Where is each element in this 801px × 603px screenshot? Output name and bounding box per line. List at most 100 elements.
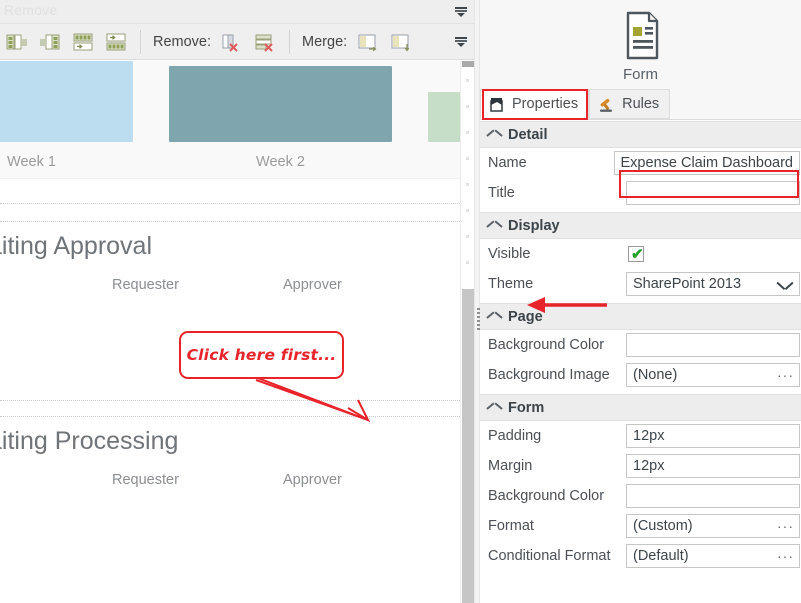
property-value-title[interactable] (626, 181, 800, 205)
property-value-page-background-color[interactable] (626, 333, 800, 357)
row-separator-2 (0, 221, 460, 222)
property-label-form-background-color: Background Color (488, 488, 605, 504)
scrollbar-tick (466, 235, 469, 238)
property-row-page-background-image: Background Image (None) ··· (480, 360, 801, 390)
chevron-down-icon[interactable] (778, 280, 792, 289)
property-row-form-background-color: Background Color (480, 481, 801, 511)
scrollbar-tick (466, 261, 469, 264)
property-value-name[interactable]: Expense Claim Dashboard (613, 151, 800, 175)
row-separator-1 (0, 203, 460, 204)
scrollbar-tick (466, 131, 469, 134)
column-header-requester-1: Requester (112, 277, 179, 293)
property-value-padding[interactable]: 12px (626, 424, 800, 448)
insert-column-right-icon (40, 34, 60, 50)
chevron-up-icon (488, 312, 501, 321)
property-label-visible: Visible (488, 246, 531, 262)
remove-row-button[interactable] (250, 27, 280, 57)
group-header-display[interactable]: Display (480, 212, 801, 239)
group-header-form-label: Form (508, 399, 545, 416)
property-value-page-background-image[interactable]: (None) ··· (626, 363, 800, 387)
merge-down-button[interactable] (386, 27, 416, 57)
property-label-page-background-image: Background Image (488, 367, 610, 383)
toolbar-overflow-icon (455, 37, 467, 47)
theme-pointer-arrow (527, 297, 607, 313)
insert-column-right-button[interactable] (35, 27, 65, 57)
properties-panel-header: Form (480, 0, 801, 90)
toolbar-overflow-button[interactable] (450, 24, 472, 60)
theme-dropdown[interactable]: SharePoint 2013 (626, 272, 800, 296)
column-header-approver-1: Approver (283, 277, 342, 293)
scrollbar-tick (466, 105, 469, 108)
insert-column-left-button[interactable] (2, 27, 32, 57)
property-value-visible[interactable]: ✔ (626, 242, 800, 266)
merge-right-button[interactable] (353, 27, 383, 57)
page-background-color-input[interactable] (626, 333, 800, 357)
toolbar-separator-1 (140, 30, 141, 54)
form-designer-canvas: Remove Remove: Merge: Week 1 Week 2 aiti… (0, 0, 476, 603)
property-value-margin[interactable]: 12px (626, 454, 800, 478)
canvas-vertical-scrollbar[interactable] (460, 61, 474, 603)
insert-column-left-icon (6, 34, 27, 50)
toolbar-ghost-label: Remove (4, 2, 58, 18)
chart-bar-week-3 (428, 92, 460, 142)
format-browse-button[interactable]: ··· (777, 519, 794, 533)
scrollbar-tick (466, 209, 469, 212)
section-title-awaiting-approval: aiting Approval (0, 232, 153, 260)
property-value-theme[interactable]: SharePoint 2013 (626, 272, 800, 296)
property-row-visible: Visible ✔ (480, 239, 801, 269)
property-label-conditional-format: Conditional Format (488, 548, 611, 564)
property-value-format[interactable]: (Custom) ··· (626, 514, 800, 538)
merge-group-label: Merge: (302, 34, 348, 50)
group-header-display-label: Display (508, 217, 560, 234)
form-background-color-input[interactable] (626, 484, 800, 508)
property-label-margin: Margin (488, 458, 533, 474)
scrollbar-tick (466, 157, 469, 160)
property-value-conditional-format[interactable]: (Default) ··· (626, 544, 800, 568)
dashboard-bar-chart: Week 1 Week 2 (0, 61, 460, 178)
property-value-form-background-color[interactable] (626, 484, 800, 508)
section-title-awaiting-processing: aiting Processing (0, 427, 179, 455)
property-grid: Detail Name Expense Claim Dashboard Titl… (480, 121, 801, 603)
form-icon (626, 11, 658, 60)
page-background-image-browse-button[interactable]: ··· (777, 368, 794, 382)
chart-xtick-week-2: Week 2 (256, 154, 305, 170)
insert-row-below-button[interactable] (101, 27, 131, 57)
margin-input[interactable]: 12px (626, 454, 800, 478)
title-input[interactable] (626, 181, 800, 205)
property-row-page-background-color: Background Color (480, 330, 801, 360)
toolbar-overflow-upper-button[interactable] (450, 0, 472, 24)
annotation-callout: Click here first... (179, 331, 344, 379)
insert-row-above-button[interactable] (68, 27, 98, 57)
scrollbar-tick (466, 79, 469, 82)
name-input[interactable]: Expense Claim Dashboard (613, 151, 800, 175)
conditional-format-browse-button[interactable]: ··· (777, 549, 794, 563)
visible-checkbox[interactable]: ✔ (628, 246, 644, 263)
group-header-detail[interactable]: Detail (480, 121, 801, 148)
property-row-margin: Margin 12px (480, 451, 801, 481)
chevron-up-icon (488, 221, 501, 230)
property-row-title: Title (480, 178, 801, 208)
table-tools-toolbar: Remove: Merge: (0, 24, 476, 60)
gavel-icon (600, 98, 613, 112)
property-label-format: Format (488, 518, 534, 534)
group-header-form[interactable]: Form (480, 394, 801, 421)
chart-bar-week-1 (0, 61, 133, 142)
padding-input[interactable]: 12px (626, 424, 800, 448)
page-background-image-input[interactable]: (None) (626, 363, 800, 387)
canvas-scrollbar-thumb[interactable] (462, 289, 474, 603)
remove-row-icon (255, 34, 273, 52)
tab-rules[interactable]: Rules (589, 89, 671, 119)
panel-tabs: Properties Rules (480, 89, 801, 120)
remove-column-button[interactable] (217, 27, 247, 57)
tab-properties[interactable]: Properties (480, 89, 590, 119)
format-input[interactable]: (Custom) (626, 514, 800, 538)
property-row-format: Format (Custom) ··· (480, 511, 801, 541)
tab-properties-label: Properties (512, 96, 579, 112)
check-icon: ✔ (631, 246, 644, 263)
property-row-conditional-format: Conditional Format (Default) ··· (480, 541, 801, 571)
property-label-name: Name (488, 155, 527, 171)
application-window: Remove Remove: Merge: Week 1 Week 2 aiti… (0, 0, 801, 603)
conditional-format-input[interactable]: (Default) (626, 544, 800, 568)
tab-rules-label: Rules (622, 96, 660, 112)
canvas-scroll-up-edge[interactable] (462, 61, 474, 67)
